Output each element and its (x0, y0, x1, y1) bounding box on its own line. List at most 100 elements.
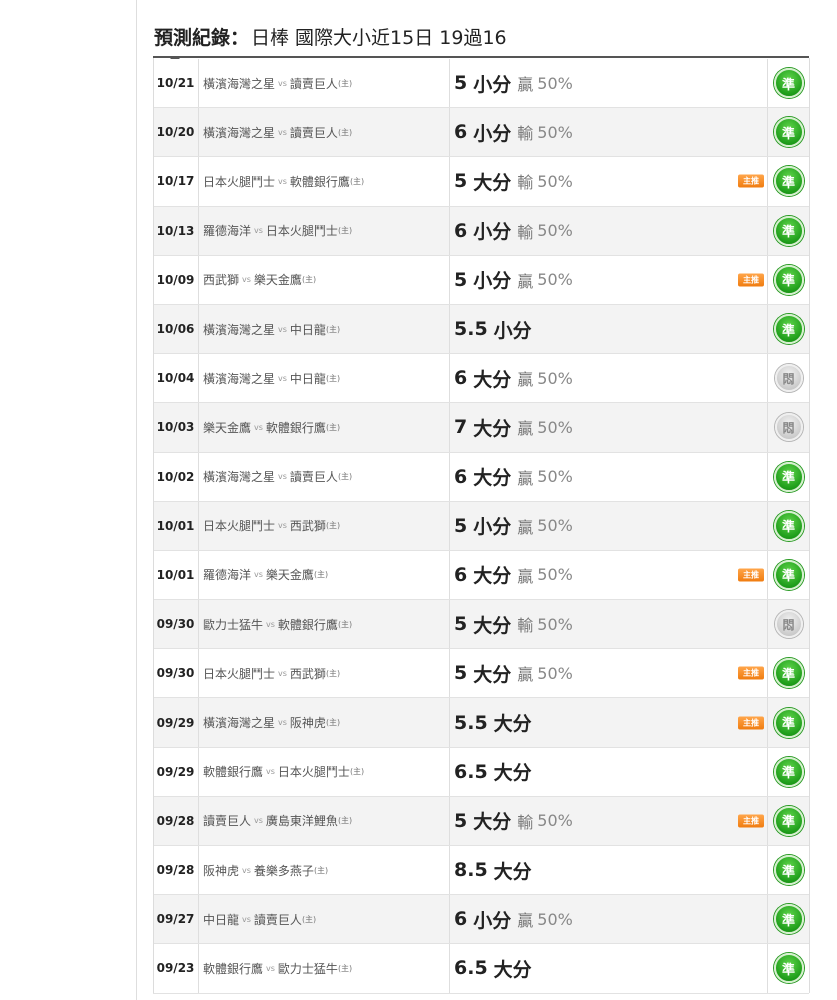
title-text: 日棒 國際大小近15日 19過16 (251, 26, 507, 49)
table-row[interactable]: 09/30 歐力士猛牛 vs 軟體銀行鷹 (主) 5 大分 輸 50% 悶 (153, 600, 809, 650)
total-line: 6 (454, 367, 468, 390)
table-row[interactable]: 10/09 西武獅 vs 樂天金鷹 (主) 5 小分 贏 50% 主推 準 (153, 255, 809, 305)
home-marker: (主) (325, 668, 341, 678)
total-line: 5 (454, 268, 468, 291)
check-hit-icon[interactable]: 準 (773, 953, 804, 984)
total-line: 7 (454, 416, 468, 439)
total-line: 5 (454, 613, 468, 636)
table-row[interactable]: 10/01 日本火腿鬥士 vs 西武獅 (主) 5 小分 贏 50% 準 (153, 501, 809, 551)
status-cell: 悶 (768, 354, 809, 402)
away-team: 讀賣巨人 (203, 814, 252, 829)
check-hit-icon[interactable]: 準 (773, 707, 804, 738)
home-team: 西武獅 (289, 666, 326, 681)
table-row[interactable]: 10/13 羅德海洋 vs 日本火腿鬥士 (主) 6 小分 輸 50% 準 (153, 206, 809, 256)
home-marker: (主) (337, 472, 353, 482)
date-cell: 10/17 (153, 157, 199, 206)
result-text: 贏 (517, 419, 534, 439)
percent-text: 50% (537, 73, 573, 93)
vs-label: vs (242, 275, 251, 285)
check-hit-icon[interactable]: 準 (773, 314, 804, 345)
table-row[interactable]: 09/29 橫濱海灣之星 vs 阪神虎 (主) 5.5 大分 主推 準 (153, 698, 809, 748)
check-hit-icon[interactable]: 準 (773, 904, 804, 935)
result-text: 輸 (517, 616, 534, 636)
home-marker: (主) (301, 914, 317, 924)
away-team: 軟體銀行鷹 (203, 961, 264, 976)
vs-label: vs (278, 127, 287, 137)
status-cell: 悶 (768, 403, 809, 451)
table-row[interactable]: 09/29 軟體銀行鷹 vs 日本火腿鬥士 (主) 6.5 大分 準 (153, 747, 809, 797)
percent-text: 50% (537, 417, 573, 437)
table-row[interactable]: 09/30 日本火腿鬥士 vs 西武獅 (主) 5 大分 贏 50% 主推 準 (153, 649, 809, 699)
table-row[interactable]: 10/21 橫濱海灣之星 vs 讀賣巨人 (主) 5 小分 贏 50% 準 (153, 59, 809, 109)
result-text: 輸 (517, 222, 534, 242)
date-cell: 09/28 (153, 796, 199, 845)
check-hit-icon[interactable]: 準 (773, 264, 804, 295)
push-icon[interactable]: 悶 (774, 610, 803, 639)
check-hit-icon[interactable]: 準 (773, 756, 804, 787)
status-cell: 準 (768, 748, 809, 796)
status-cell: 準 (768, 797, 809, 845)
table-row[interactable]: 10/02 橫濱海灣之星 vs 讀賣巨人 (主) 6 大分 贏 50% 準 (153, 452, 809, 502)
table-row[interactable]: 10/01 羅德海洋 vs 樂天金鷹 (主) 6 大分 贏 50% 主推 準 (153, 550, 809, 601)
result-text: 輸 (517, 173, 534, 193)
pick-cell: 6 大分 贏 50% (450, 354, 768, 403)
table-row[interactable]: 10/03 樂天金鷹 vs 軟體銀行鷹 (主) 7 大分 贏 50% 悶 (153, 403, 809, 453)
table-row[interactable]: 10/06 橫濱海灣之星 vs 中日龍 (主) 5.5 小分 準 (153, 304, 809, 355)
table-row[interactable]: 10/04 橫濱海灣之星 vs 中日龍 (主) 6 大分 贏 50% 悶 (153, 354, 809, 404)
total-line: 6 (454, 465, 468, 488)
check-hit-icon[interactable]: 準 (773, 215, 804, 246)
home-team: 樂天金鷹 (253, 273, 302, 288)
home-marker: (主) (325, 324, 341, 334)
status-cell: 準 (768, 207, 809, 255)
away-team: 橫濱海灣之星 (203, 470, 276, 485)
table-row[interactable]: 10/20 橫濱海灣之星 vs 讀賣巨人 (主) 6 小分 輸 50% 準 (153, 108, 809, 158)
records-table: 10/21 橫濱海灣之星 vs 讀賣巨人 (主) 5 小分 贏 50% 準 10/… (153, 59, 809, 994)
over-under-pick: 小分 (473, 73, 512, 96)
home-marker: (主) (325, 718, 341, 728)
match-cell: 軟體銀行鷹 vs 日本火腿鬥士 (主) (199, 747, 450, 796)
match-cell: 日本火腿鬥士 vs 西武獅 (主) (199, 649, 450, 698)
pick-cell: 5 小分 贏 50% 主推 (450, 255, 768, 304)
percent-text: 50% (537, 909, 573, 929)
away-team: 日本火腿鬥士 (203, 666, 276, 681)
check-hit-icon[interactable]: 準 (773, 461, 804, 492)
date-cell: 09/30 (153, 649, 199, 698)
match-cell: 橫濱海灣之星 vs 讀賣巨人 (主) (199, 108, 450, 157)
check-hit-icon[interactable]: 準 (773, 559, 804, 590)
title-label: 預測紀錄： (154, 26, 250, 49)
check-hit-icon[interactable]: 準 (773, 68, 804, 99)
check-hit-icon[interactable]: 準 (773, 855, 804, 886)
table-row[interactable]: 10/17 日本火腿鬥士 vs 軟體銀行鷹 (主) 5 大分 輸 50% 主推 準 (153, 157, 809, 207)
home-marker: (主) (301, 275, 317, 285)
table-row[interactable]: 09/27 中日龍 vs 讀賣巨人 (主) 6 小分 贏 50% 準 (153, 895, 809, 945)
match-cell: 軟體銀行鷹 vs 歐力士猛牛 (主) (199, 944, 450, 993)
check-hit-icon[interactable]: 準 (773, 166, 804, 197)
total-line: 6 (454, 563, 468, 586)
vs-label: vs (278, 718, 287, 728)
date-cell: 09/29 (153, 747, 199, 796)
match-cell: 樂天金鷹 vs 軟體銀行鷹 (主) (199, 403, 450, 452)
result-text: 贏 (517, 517, 534, 537)
push-icon[interactable]: 悶 (774, 413, 803, 442)
home-team: 廣島東洋鯉魚 (265, 814, 338, 829)
table-row[interactable]: 09/28 阪神虎 vs 養樂多燕子 (主) 8.5 大分 準 (153, 846, 809, 896)
match-cell: 橫濱海灣之星 vs 中日龍 (主) (199, 304, 450, 354)
check-hit-icon[interactable]: 準 (773, 117, 804, 148)
table-left-border (153, 58, 154, 993)
table-row[interactable]: 09/23 軟體銀行鷹 vs 歐力士猛牛 (主) 6.5 大分 準 (153, 944, 809, 994)
date-cell: 09/27 (153, 895, 199, 944)
date-cell: 10/02 (153, 452, 199, 501)
away-team: 橫濱海灣之星 (203, 76, 276, 91)
check-hit-icon[interactable]: 準 (773, 510, 804, 541)
home-marker: (主) (337, 619, 353, 629)
check-hit-icon[interactable]: 準 (773, 658, 804, 689)
home-marker: (主) (337, 127, 353, 137)
result-text: 贏 (517, 370, 534, 390)
vs-label: vs (254, 226, 263, 236)
push-icon[interactable]: 悶 (774, 364, 803, 393)
away-team: 歐力士猛牛 (203, 617, 264, 632)
vs-label: vs (278, 472, 287, 482)
total-line: 5.5 (454, 711, 488, 734)
table-row[interactable]: 09/28 讀賣巨人 vs 廣島東洋鯉魚 (主) 5 大分 輸 50% 主推 準 (153, 796, 809, 846)
check-hit-icon[interactable]: 準 (773, 805, 804, 836)
